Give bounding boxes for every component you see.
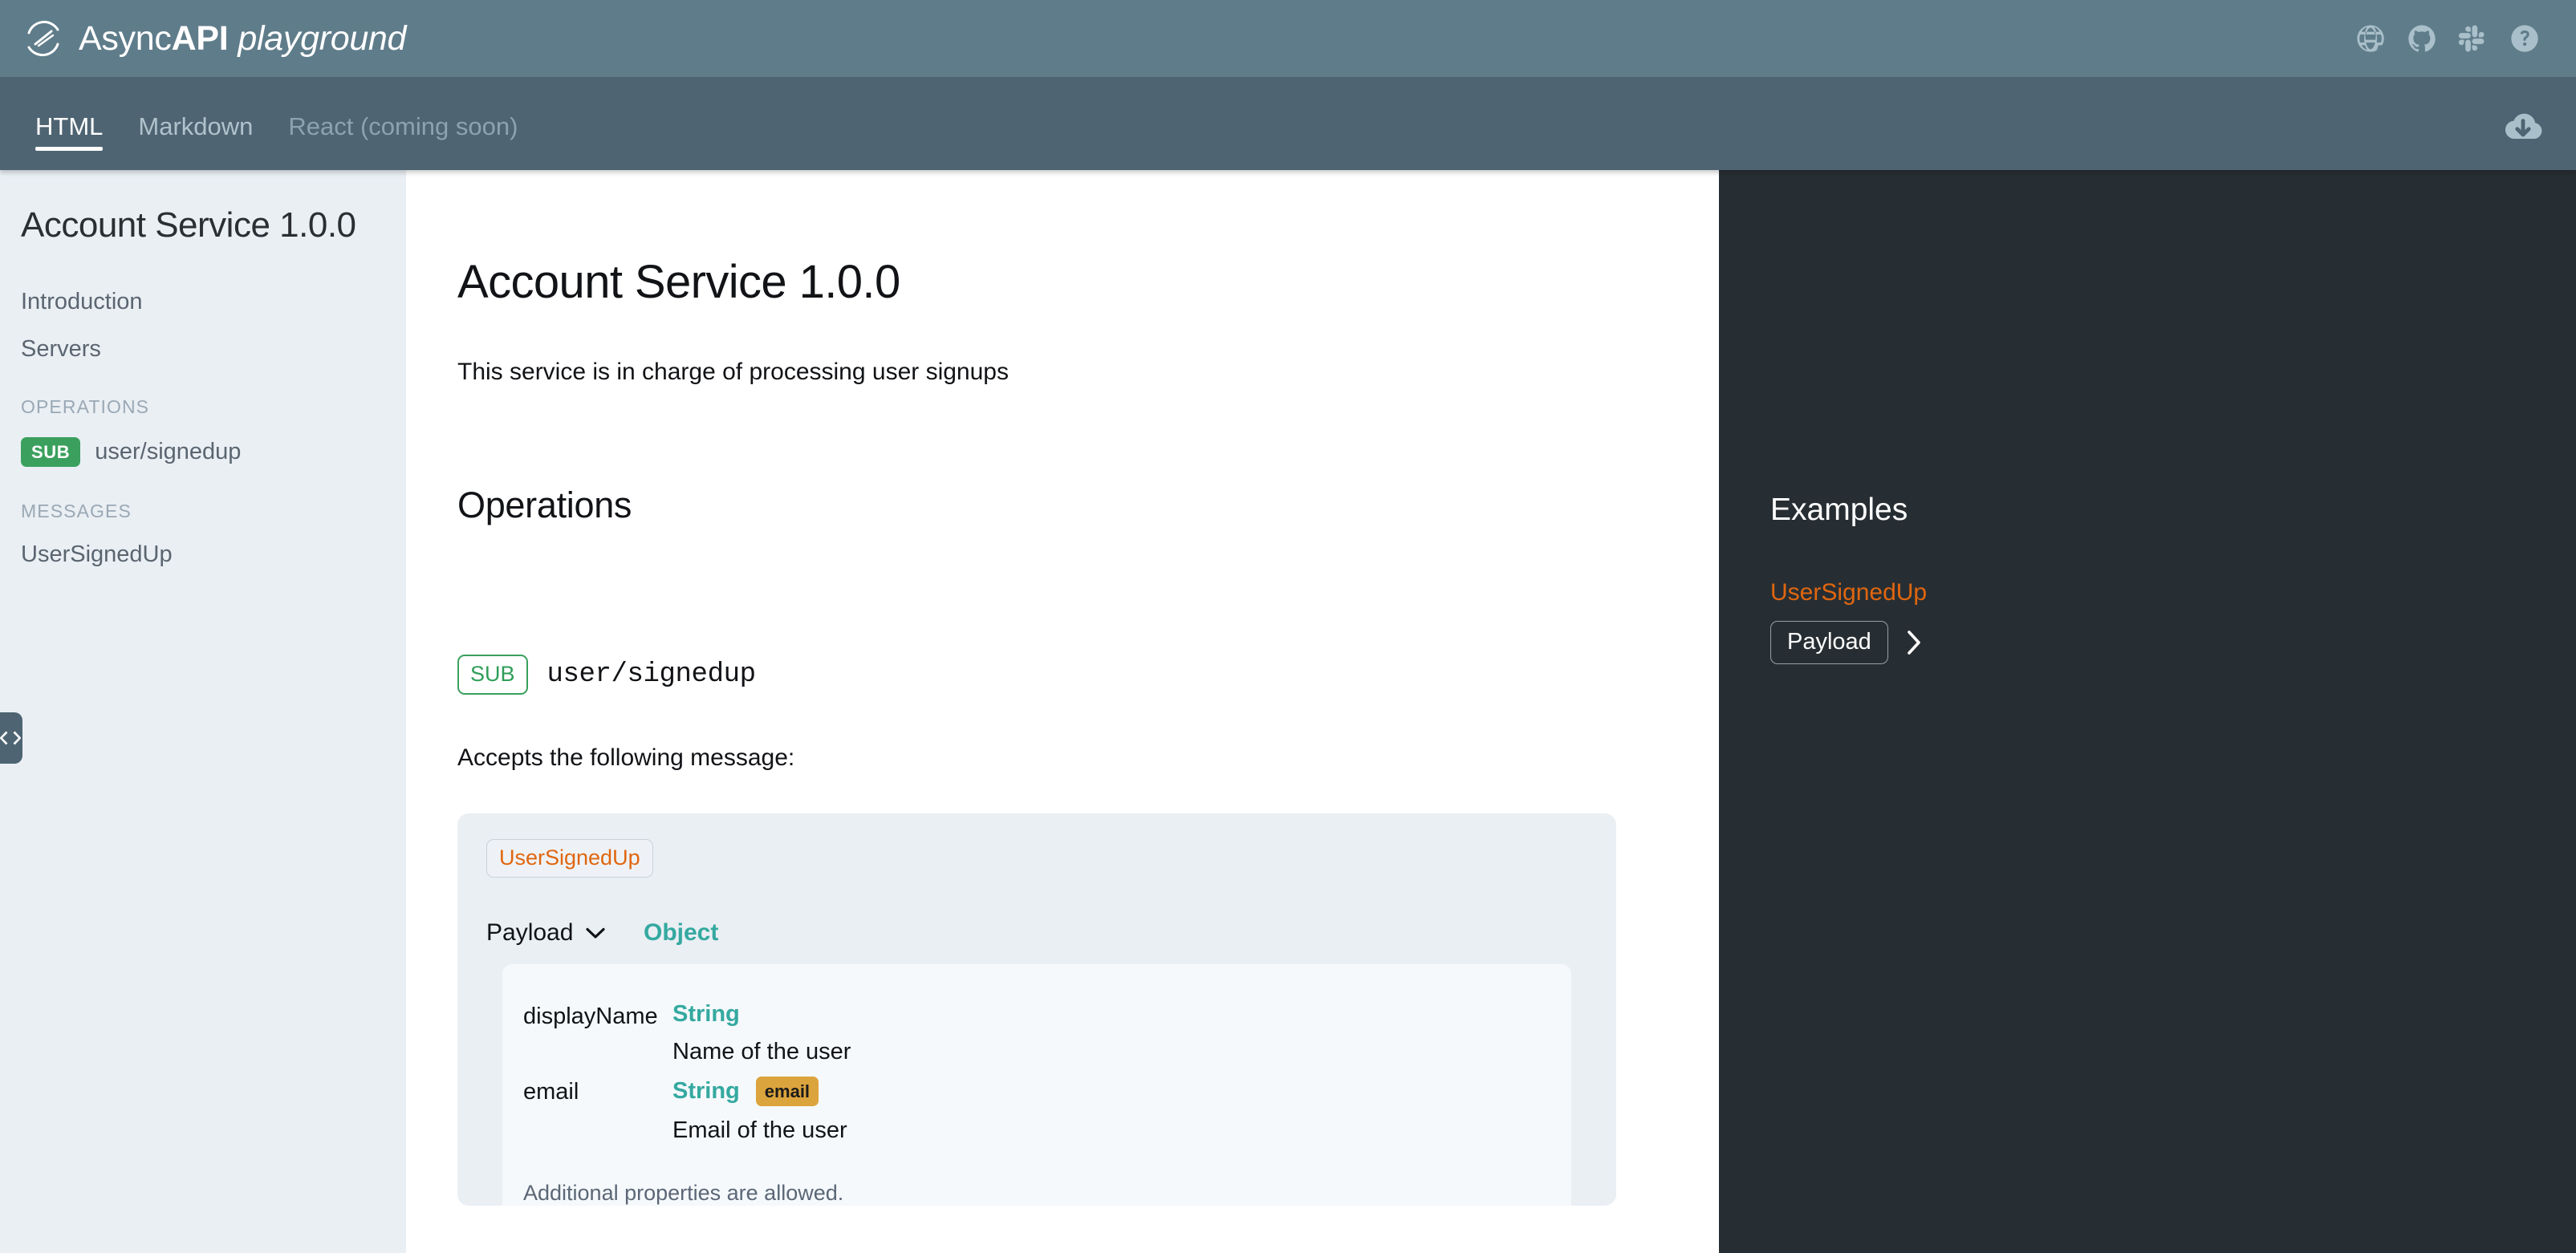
operations-heading: Operations xyxy=(457,485,632,525)
help-icon[interactable] xyxy=(2509,22,2541,55)
property-name: email xyxy=(523,1079,579,1105)
examples-title: Examples xyxy=(1770,493,1908,527)
brand[interactable]: AsyncAPI playground xyxy=(24,19,406,59)
accepts-message-label: Accepts the following message: xyxy=(457,744,795,771)
sub-badge: SUB xyxy=(21,437,81,467)
sidebar-section-messages: MESSAGES xyxy=(21,501,132,521)
message-card: UserSignedUp Payload Object displayName … xyxy=(457,813,1616,1206)
additional-properties-note: Additional properties are allowed. xyxy=(523,1181,844,1205)
sidebar-title: Account Service 1.0.0 xyxy=(21,205,356,245)
sidebar-collapse-toggle[interactable] xyxy=(0,712,22,764)
chevron-right-icon[interactable] xyxy=(1906,630,1922,655)
header-icon-group xyxy=(2355,22,2541,55)
sidebar-section-operations: OPERATIONS xyxy=(21,396,150,417)
brand-title: AsyncAPI playground xyxy=(79,19,406,59)
body-row: Account Service 1.0.0 Introduction Serve… xyxy=(0,170,2576,1253)
property-details: String email Email of the user xyxy=(672,1077,1571,1144)
property-type-line: String email xyxy=(672,1077,1571,1106)
cloud-download-icon[interactable] xyxy=(2501,77,2546,146)
properties-box: displayName String Name of the user emai… xyxy=(502,964,1571,1206)
sidebar-item-user-signedup[interactable]: SUB user/signedup xyxy=(21,437,382,467)
sidebar-item-introduction[interactable]: Introduction xyxy=(21,289,382,315)
payload-label-text: Payload xyxy=(486,919,574,946)
page-description: This service is in charge of processing … xyxy=(457,359,1009,385)
sidebar-operation-label: user/signedup xyxy=(95,439,242,464)
brand-async-text: Async xyxy=(79,18,172,58)
globe-icon[interactable] xyxy=(2355,22,2387,55)
app-root: AsyncAPI playground HTML Markdown React … xyxy=(0,0,2576,1253)
slack-icon[interactable] xyxy=(2457,22,2489,55)
page-title: Account Service 1.0.0 xyxy=(457,256,900,308)
property-type: String xyxy=(672,1078,740,1104)
property-type: String xyxy=(672,1001,740,1027)
asyncapi-logo-icon xyxy=(24,19,63,58)
property-type-line: String xyxy=(672,1001,1571,1028)
operation-sub-badge: SUB xyxy=(457,655,528,695)
brand-api-text: API xyxy=(171,18,229,58)
property-format-badge: email xyxy=(755,1077,819,1106)
operation-channel-name: user/signedup xyxy=(546,659,756,690)
chevron-down-icon xyxy=(586,927,606,939)
tab-markdown[interactable]: Markdown xyxy=(120,77,270,170)
property-row: email String email Email of the user xyxy=(502,1065,1571,1144)
tab-bar: HTML Markdown React (coming soon) xyxy=(0,77,2576,170)
property-row: displayName String Name of the user xyxy=(502,990,1571,1065)
property-description: Email of the user xyxy=(672,1117,847,1143)
code-brackets-icon xyxy=(0,730,21,746)
tab-list: HTML Markdown React (coming soon) xyxy=(0,77,535,170)
property-details: String Name of the user xyxy=(672,1001,1571,1065)
main-document: Account Service 1.0.0 This service is in… xyxy=(406,170,1719,1253)
sidebar: Account Service 1.0.0 Introduction Serve… xyxy=(0,170,406,1253)
sidebar-item-servers[interactable]: Servers xyxy=(21,336,382,363)
operation-header: SUB user/signedup xyxy=(457,655,1668,695)
brand-playground-text: playground xyxy=(238,18,407,58)
payload-type: Object xyxy=(644,919,719,946)
github-icon[interactable] xyxy=(2406,22,2438,55)
payload-header-row: Payload Object xyxy=(486,919,1587,964)
top-header-bar: AsyncAPI playground xyxy=(0,0,2576,77)
property-name: displayName xyxy=(523,1004,658,1029)
sidebar-item-usersignedup[interactable]: UserSignedUp xyxy=(21,541,382,568)
main-inner: Account Service 1.0.0 This service is in… xyxy=(406,170,1719,1206)
examples-panel: Examples UserSignedUp Payload xyxy=(1719,170,2576,1253)
property-description: Name of the user xyxy=(672,1039,851,1064)
payload-toggle[interactable]: Payload xyxy=(486,919,644,947)
tab-html[interactable]: HTML xyxy=(18,77,120,170)
message-name-tag[interactable]: UserSignedUp xyxy=(486,839,653,878)
examples-payload-button[interactable]: Payload xyxy=(1770,621,1888,664)
examples-payload-row: Payload xyxy=(1770,621,2576,664)
examples-message-name: UserSignedUp xyxy=(1770,579,1928,606)
tab-react: React (coming soon) xyxy=(288,112,518,140)
